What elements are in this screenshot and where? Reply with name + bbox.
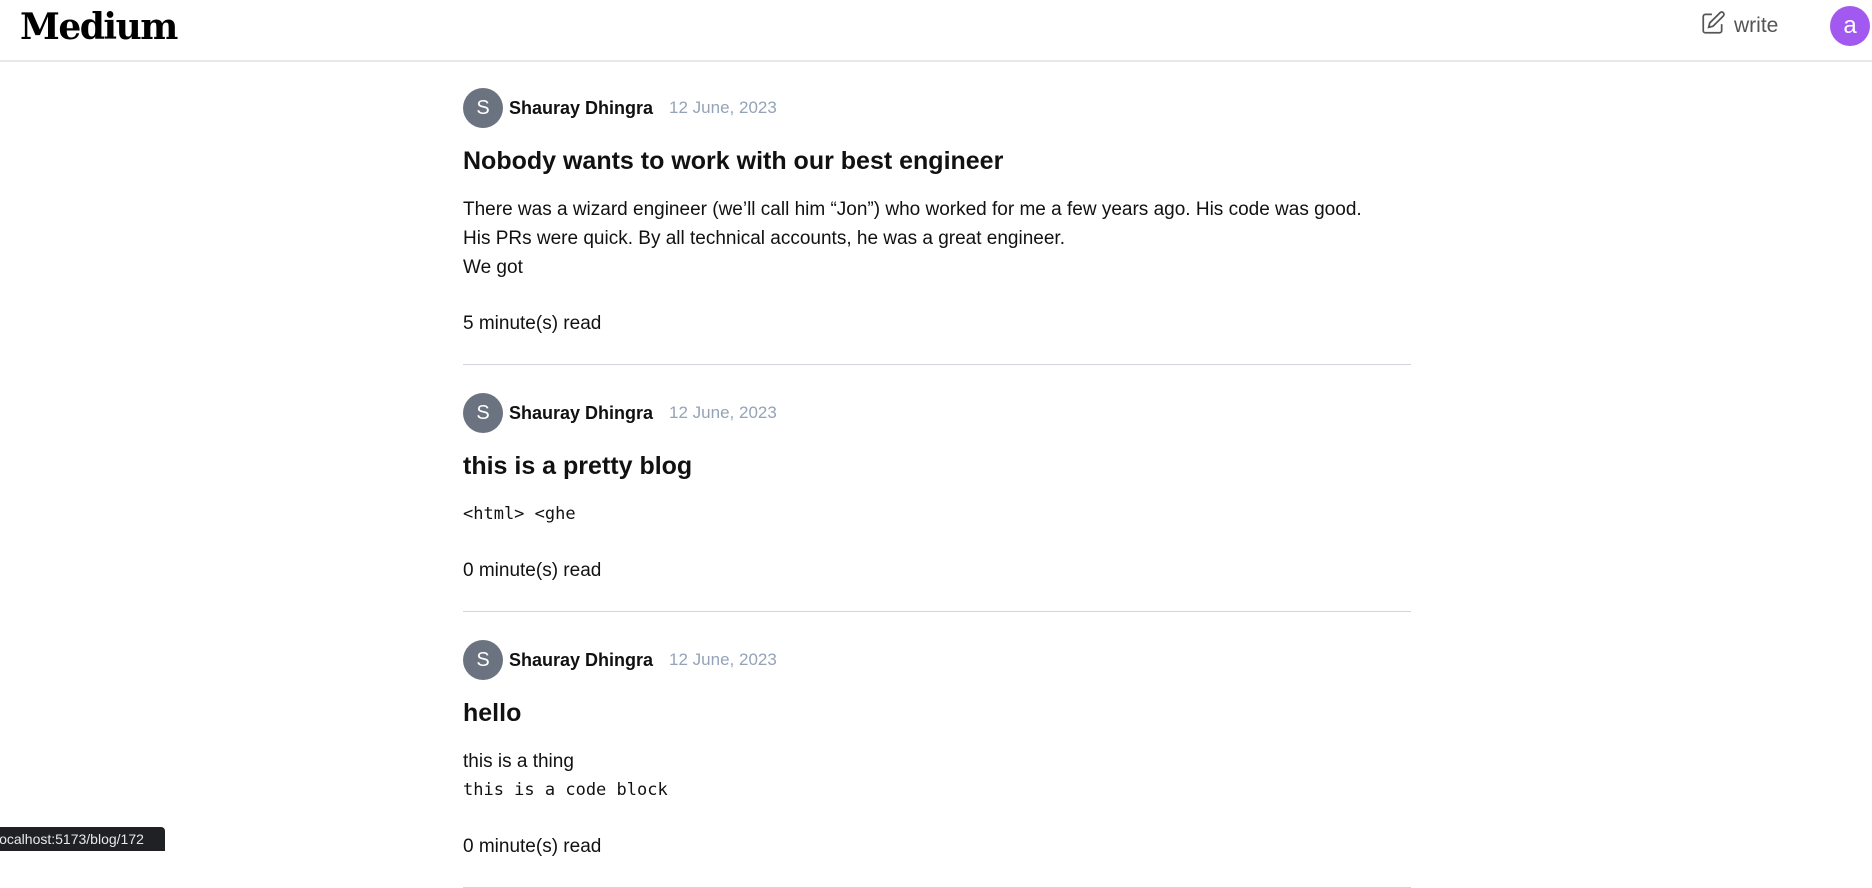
post-date: 12 June, 2023 xyxy=(669,98,777,117)
pencil-square-icon xyxy=(1700,10,1726,42)
logo[interactable]: Medium xyxy=(20,6,178,48)
post-excerpt: <html> <ghe xyxy=(463,500,1411,529)
blog-card[interactable]: S Shauray Dhingra 12 June, 2023 Nobody wan… xyxy=(463,62,1411,365)
blog-list: S Shauray Dhingra 12 June, 2023 Nobody wan… xyxy=(463,62,1411,888)
author-name: Shauray Dhingra xyxy=(509,649,654,670)
author-avatar: S xyxy=(463,640,503,680)
excerpt-line: His PRs were quick. By all technical acc… xyxy=(463,228,1065,249)
author-name: Shauray Dhingra xyxy=(509,402,654,423)
read-time: 0 minute(s) read xyxy=(463,560,602,581)
app-header: Medium write a xyxy=(0,0,1872,62)
author-name: Shauray Dhingra xyxy=(509,97,654,118)
write-button[interactable]: write xyxy=(1700,10,1778,42)
read-time: 0 minute(s) read xyxy=(463,836,602,857)
post-title: Nobody wants to work with our best engin… xyxy=(463,147,1004,175)
status-bar-url: localhost:5173/blog/172 xyxy=(0,827,165,851)
excerpt-line: There was a wizard engineer (we’ll call … xyxy=(463,199,1362,220)
user-avatar[interactable]: a xyxy=(1830,6,1870,46)
excerpt-text: this is a thing xyxy=(463,751,574,772)
excerpt-code: this is a code block xyxy=(463,780,668,800)
excerpt-code: <html> <ghe xyxy=(463,504,576,524)
post-excerpt: this is a thing this is a code block xyxy=(463,747,1411,805)
post-title: hello xyxy=(463,699,522,727)
post-title: this is a pretty blog xyxy=(463,452,693,480)
read-time: 5 minute(s) read xyxy=(463,313,602,334)
author-avatar: S xyxy=(463,393,503,433)
blog-card[interactable]: S Shauray Dhingra 12 June, 2023 hello this… xyxy=(463,612,1411,888)
write-label: write xyxy=(1734,14,1779,37)
post-date: 12 June, 2023 xyxy=(669,650,777,669)
post-date: 12 June, 2023 xyxy=(669,403,777,422)
author-avatar: S xyxy=(463,88,503,128)
blog-card[interactable]: S Shauray Dhingra 12 June, 2023 this is a … xyxy=(463,365,1411,612)
post-excerpt: There was a wizard engineer (we’ll call … xyxy=(463,195,1411,282)
excerpt-line: We got xyxy=(463,257,523,278)
